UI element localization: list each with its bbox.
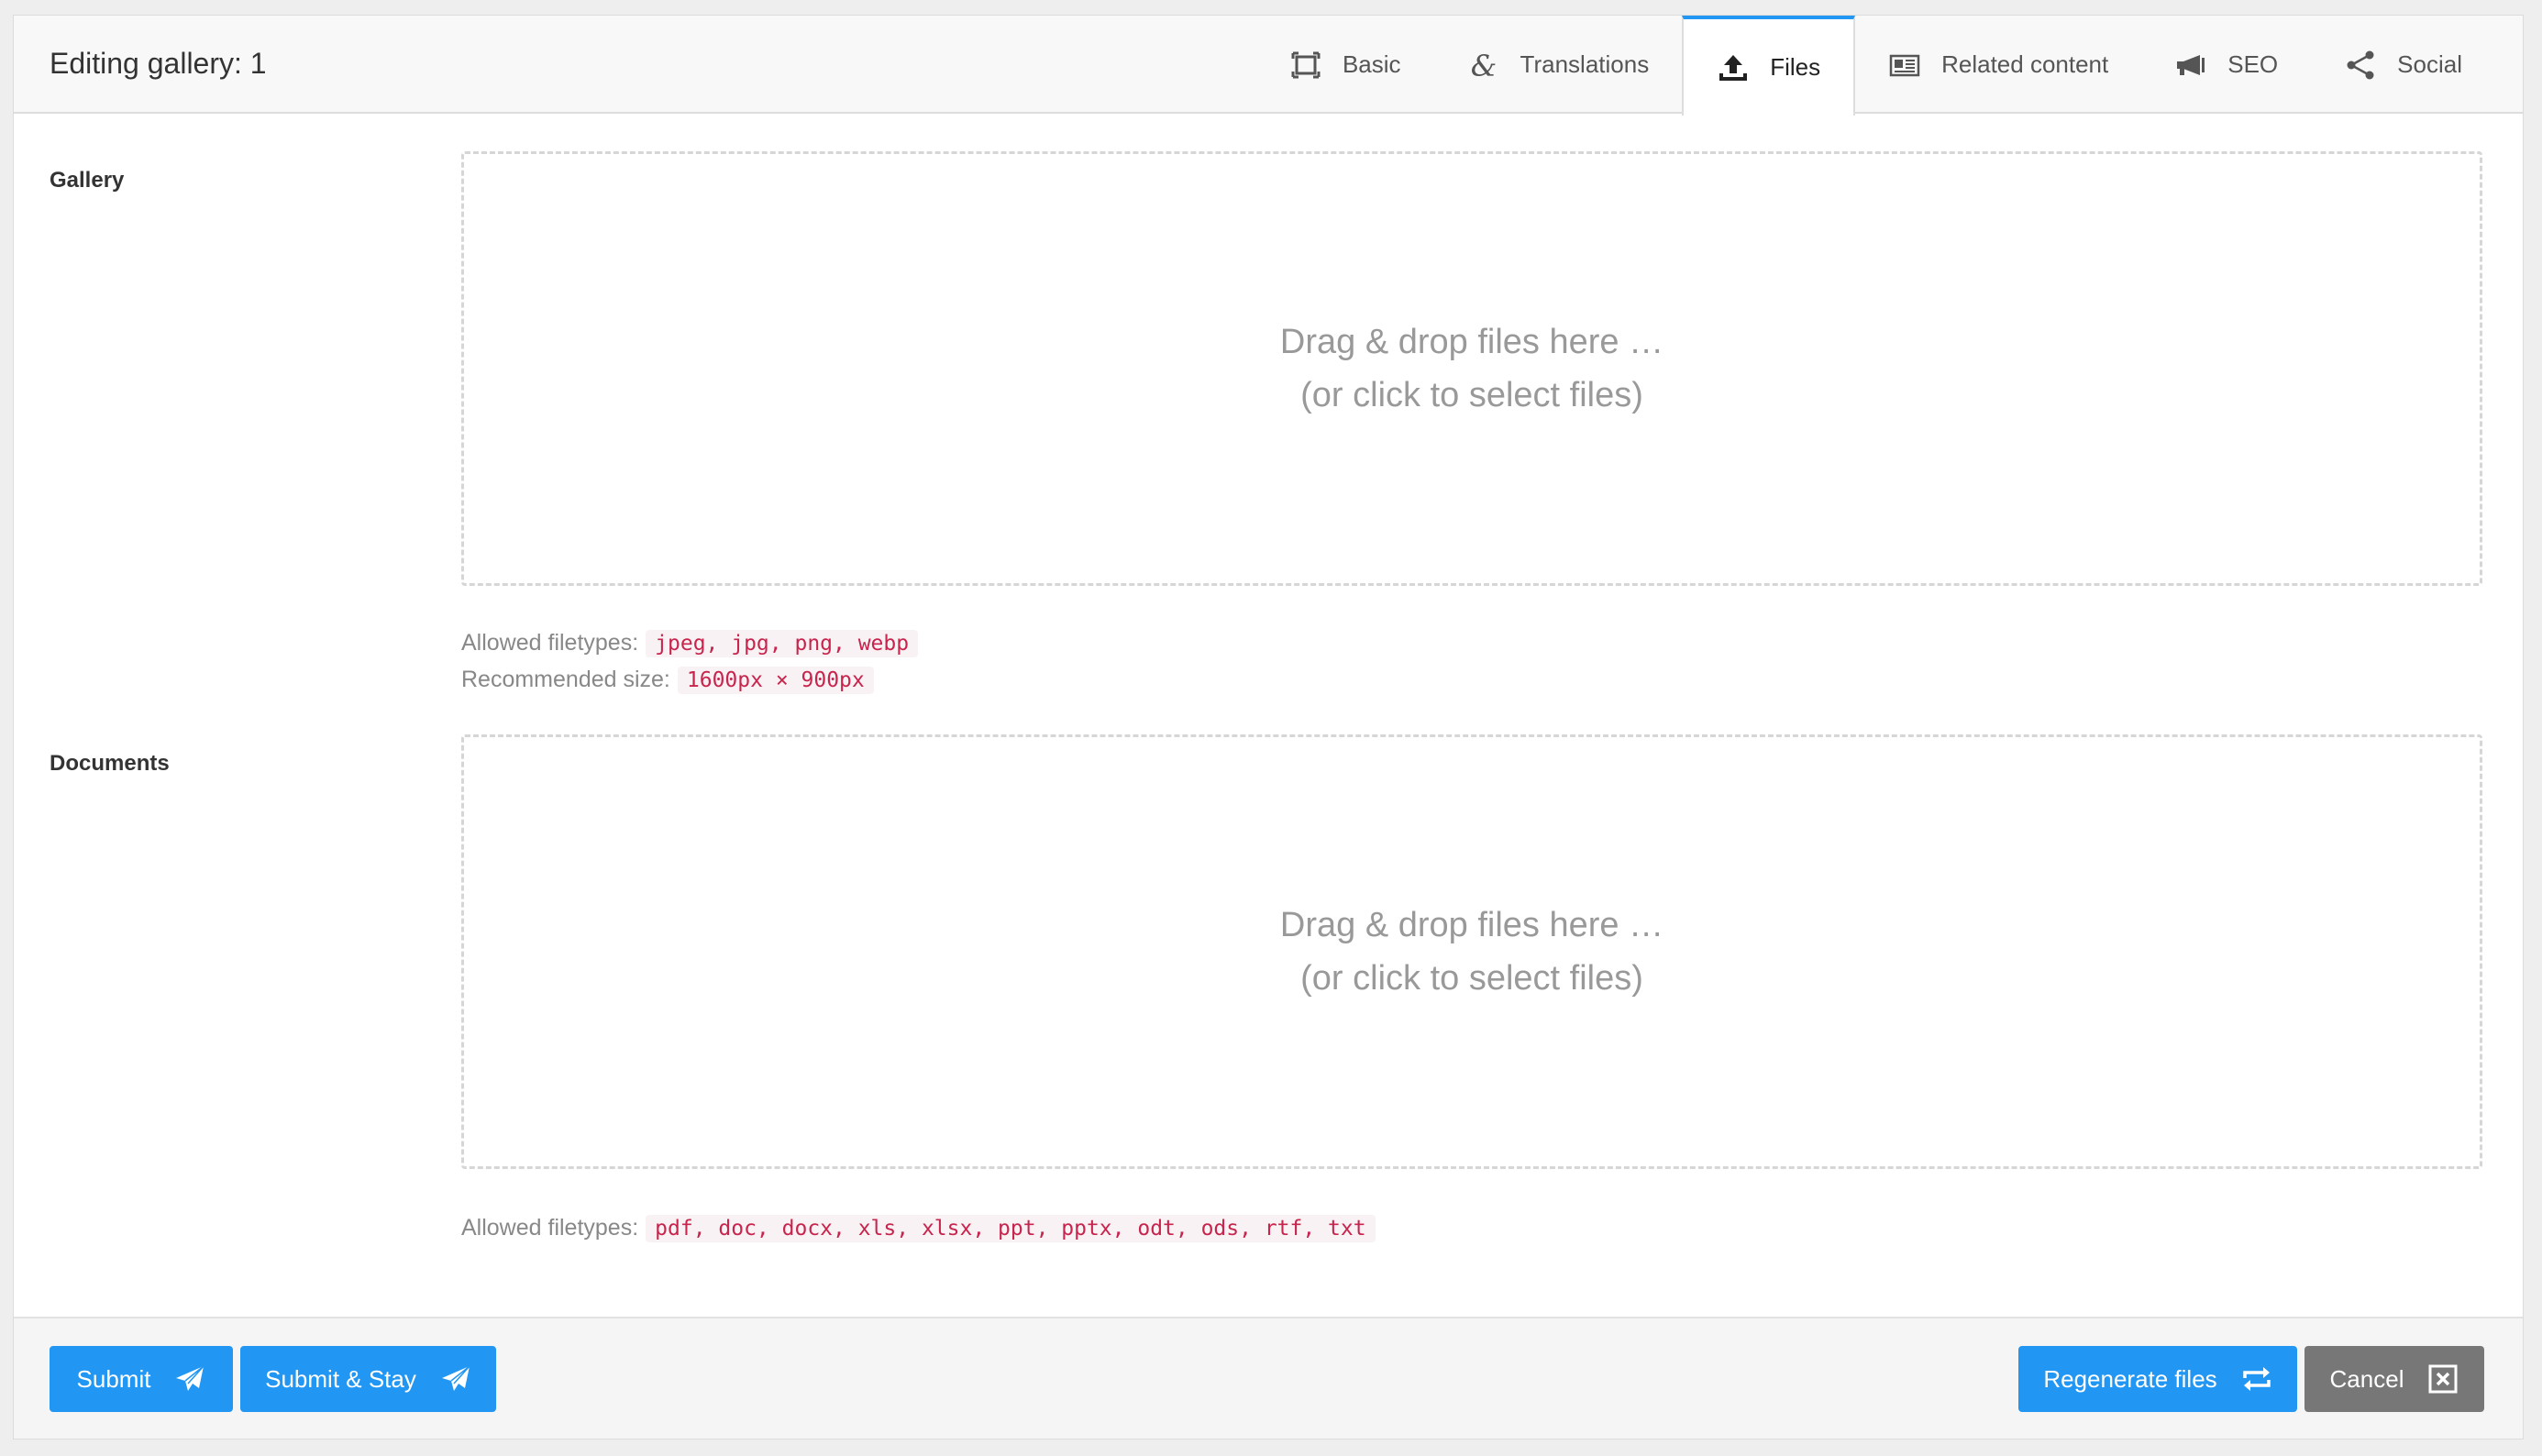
button-label: Submit	[76, 1364, 151, 1393]
panel-header: Editing gallery: 1 Basic & Translations …	[14, 16, 2523, 116]
repeat-icon	[2241, 1363, 2272, 1395]
tab-social[interactable]: Social	[2311, 16, 2495, 114]
tab-seo[interactable]: SEO	[2141, 16, 2311, 114]
submit-stay-button[interactable]: Submit & Stay	[240, 1346, 496, 1412]
cancel-button[interactable]: Cancel	[2304, 1346, 2484, 1412]
documents-allowed-filetypes: Allowed filetypes: pdf, doc, docx, xls, x…	[461, 1209, 1376, 1247]
close-box-icon	[2427, 1363, 2459, 1395]
frame-icon	[1289, 49, 1322, 82]
size-label: Recommended size:	[461, 667, 670, 692]
tab-files[interactable]: Files	[1682, 16, 1856, 116]
gallery-label: Gallery	[50, 168, 125, 193]
gallery-dropzone[interactable]: Drag & drop files here … (or click to se…	[461, 151, 2482, 586]
dropzone-text: Drag & drop files here …	[1279, 906, 1664, 944]
documents-label: Documents	[50, 751, 170, 776]
tab-basic[interactable]: Basic	[1256, 16, 1434, 114]
ampersand-icon: &	[1467, 49, 1500, 82]
tab-label: Files	[1770, 53, 1821, 81]
share-icon	[2344, 49, 2377, 82]
page-title: Editing gallery: 1	[50, 47, 267, 80]
dropzone-text: Drag & drop files here …	[1279, 323, 1664, 361]
allowed-label: Allowed filetypes:	[461, 630, 639, 656]
button-label: Regenerate files	[2043, 1364, 2217, 1393]
gallery-recommended-size: Recommended size: 1600px × 900px	[461, 661, 874, 699]
tab-related-content[interactable]: Related content	[1855, 16, 2141, 114]
submit-button[interactable]: Submit	[50, 1346, 233, 1412]
svg-text:&: &	[1470, 49, 1496, 82]
allowed-value: jpeg, jpg, png, webp	[646, 630, 919, 657]
allowed-label: Allowed filetypes:	[461, 1215, 639, 1241]
paper-plane-icon	[440, 1363, 471, 1395]
tab-label: Related content	[1941, 50, 2109, 78]
newspaper-icon	[1888, 49, 1921, 82]
regenerate-files-button[interactable]: Regenerate files	[2018, 1346, 2297, 1412]
tab-label: Basic	[1342, 50, 1401, 78]
megaphone-icon	[2174, 49, 2207, 82]
size-value: 1600px × 900px	[677, 667, 874, 694]
tab-label: Translations	[1520, 50, 1650, 78]
allowed-value: pdf, doc, docx, xls, xlsx, ppt, pptx, od…	[646, 1215, 1376, 1242]
tab-label: SEO	[2227, 50, 2279, 78]
upload-icon	[1717, 51, 1750, 84]
button-label: Submit & Stay	[265, 1364, 416, 1393]
form-footer: Submit Submit & Stay Regenerate files Ca…	[14, 1317, 2523, 1439]
dropzone-subtext: (or click to select files)	[1300, 376, 1643, 414]
dropzone-subtext: (or click to select files)	[1300, 959, 1643, 998]
paper-plane-icon	[174, 1363, 205, 1395]
edit-panel: Editing gallery: 1 Basic & Translations …	[13, 15, 2524, 1439]
documents-dropzone[interactable]: Drag & drop files here … (or click to se…	[461, 734, 2482, 1169]
tab-bar: Basic & Translations Files Related conte…	[1256, 16, 2495, 116]
gallery-allowed-filetypes: Allowed filetypes: jpeg, jpg, png, webp	[461, 624, 919, 662]
tab-translations[interactable]: & Translations	[1434, 16, 1683, 114]
button-label: Cancel	[2329, 1364, 2404, 1393]
tab-label: Social	[2397, 50, 2462, 78]
